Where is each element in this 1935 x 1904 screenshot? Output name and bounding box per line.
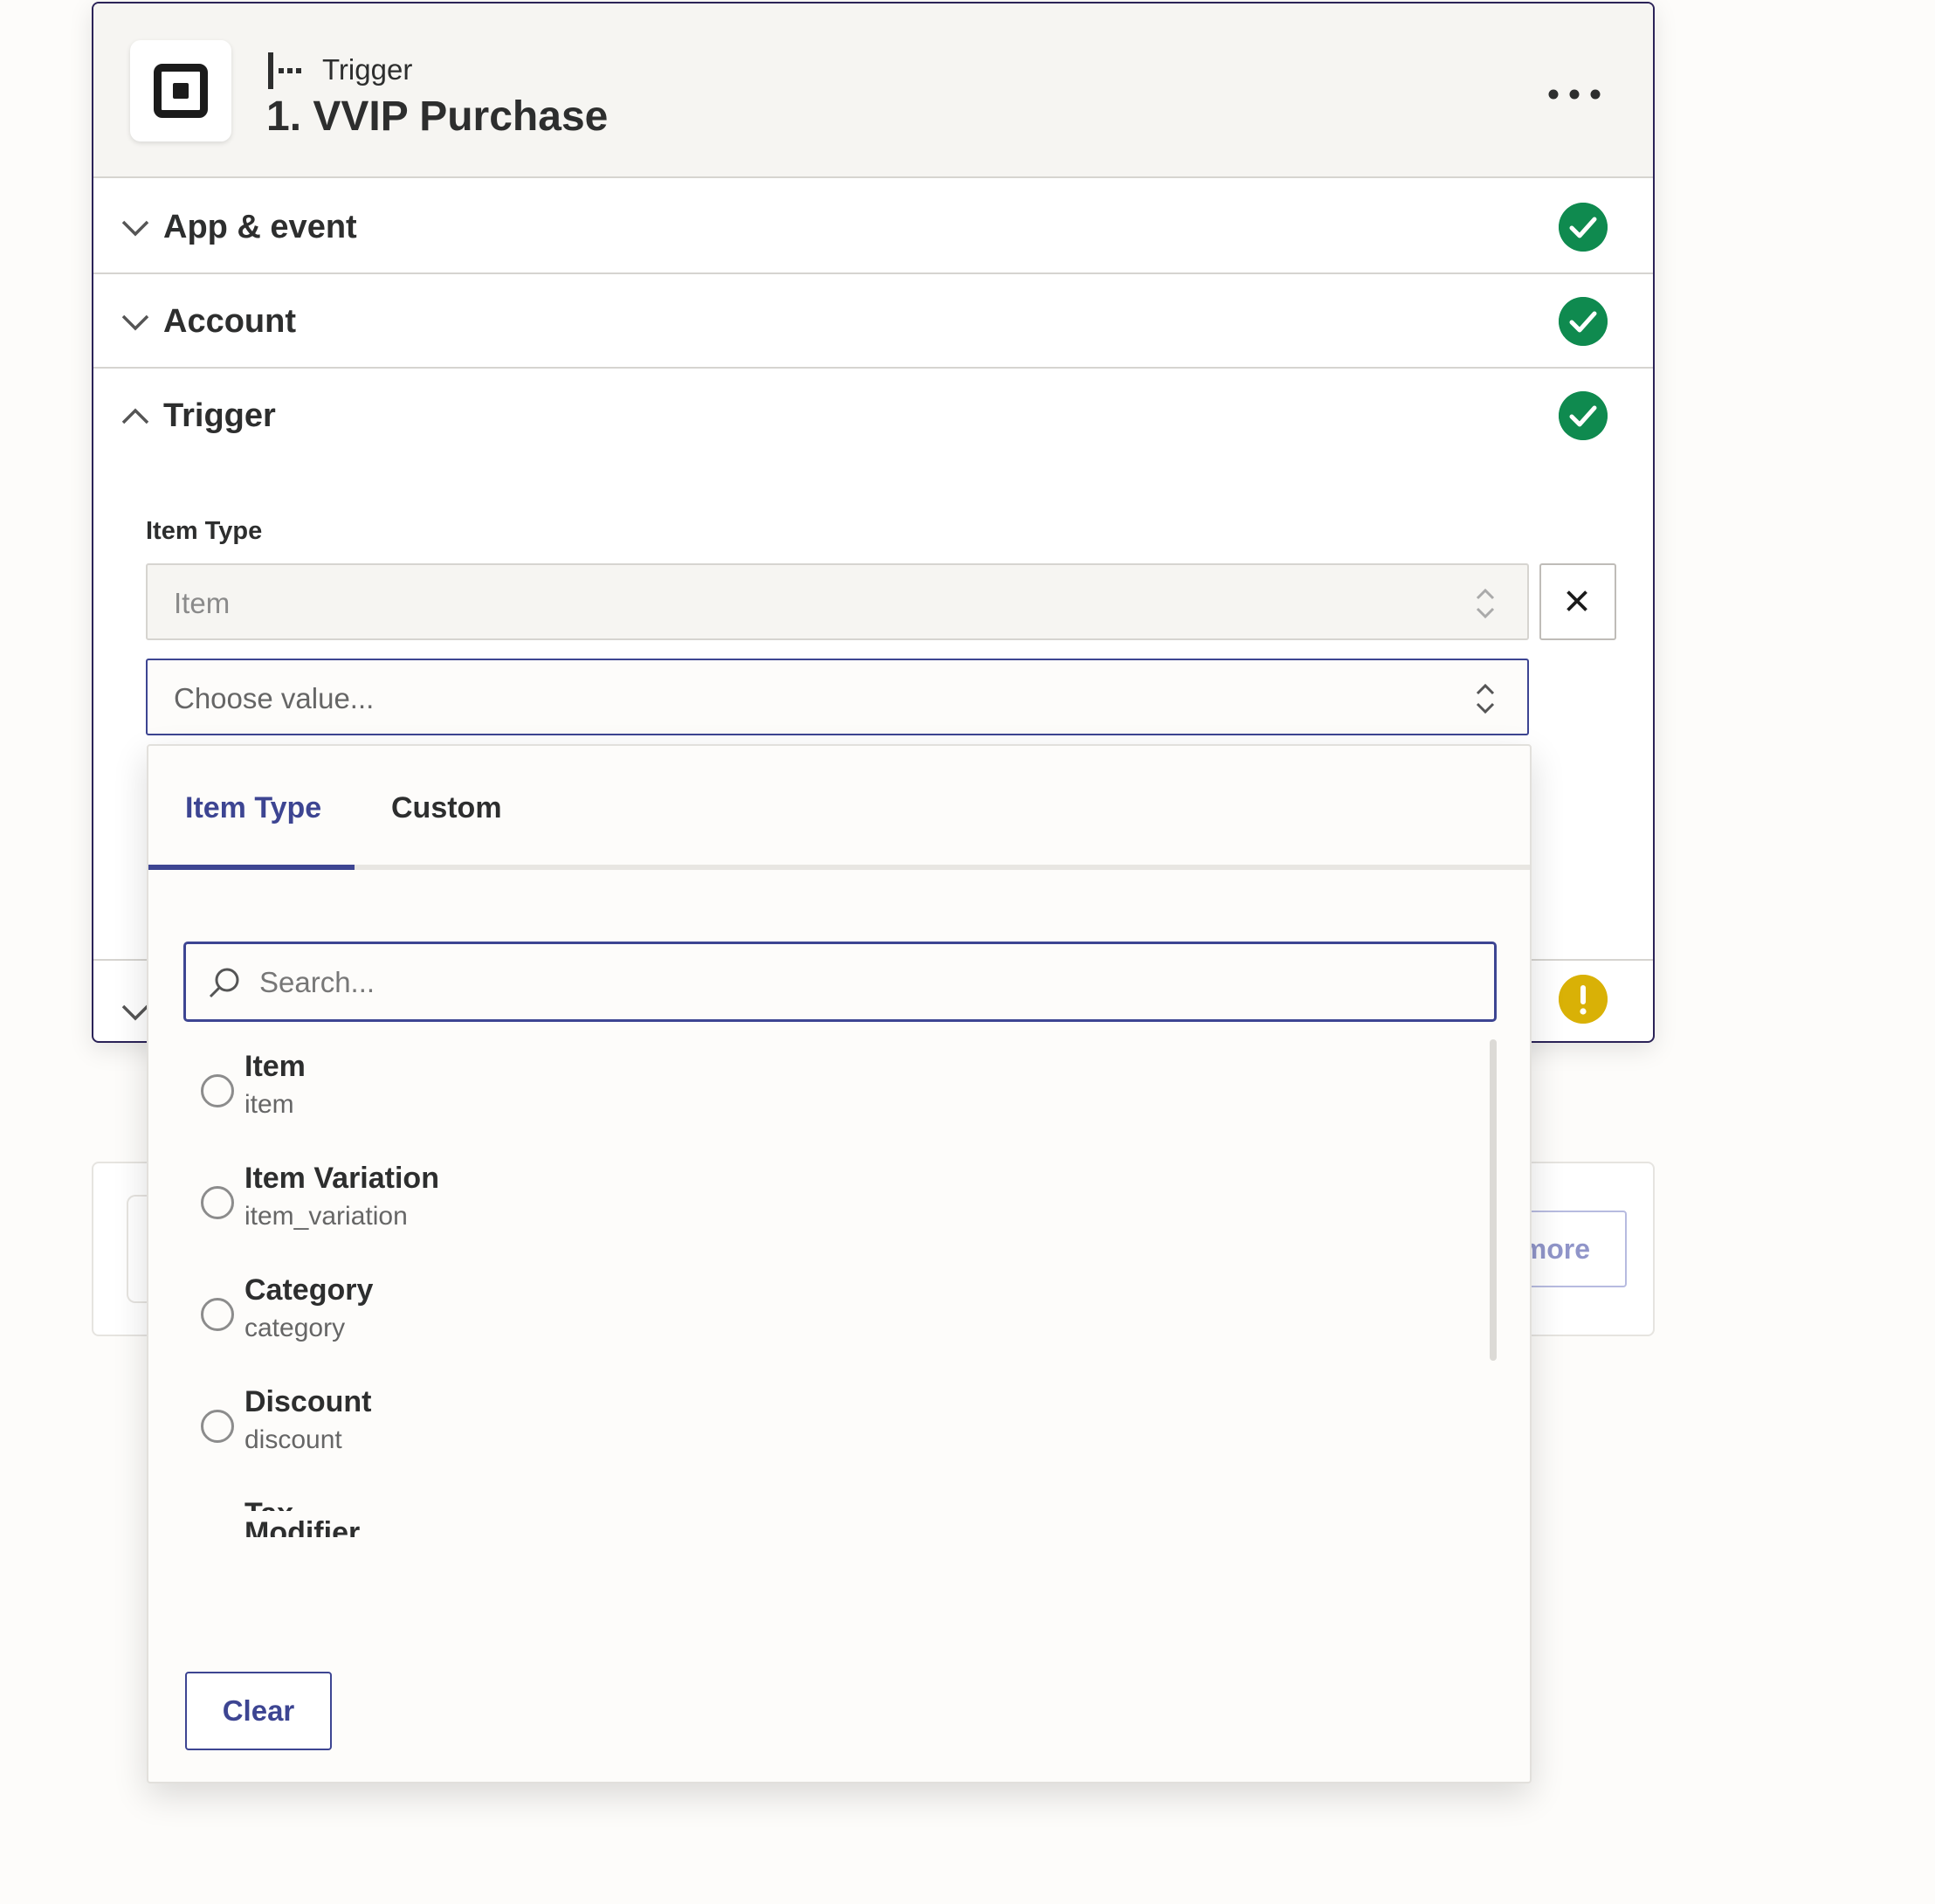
value-select[interactable]: Choose value... — [146, 659, 1529, 735]
active-tab-indicator — [148, 865, 355, 870]
option-value: item — [244, 1090, 294, 1119]
radio-button[interactable] — [201, 1298, 234, 1331]
check-circle-icon — [1559, 203, 1608, 252]
search-box[interactable] — [183, 942, 1497, 1022]
step-header: Trigger 1. VVIP Purchase — [93, 3, 1653, 178]
search-input[interactable] — [258, 958, 1463, 1007]
section-account[interactable]: Account — [93, 274, 1653, 369]
item-type-select[interactable]: Item — [146, 563, 1529, 640]
clear-button[interactable]: Clear — [185, 1672, 332, 1750]
option-list-overflow: Modifier — [148, 1511, 1530, 1537]
section-trigger[interactable]: Trigger — [93, 369, 1653, 463]
check-circle-icon — [1559, 391, 1608, 440]
list-item[interactable]: Modifier — [201, 1511, 1423, 1537]
radio-button[interactable] — [201, 1186, 234, 1219]
section-label: Trigger — [163, 397, 276, 434]
value-select-placeholder: Choose value... — [174, 682, 375, 714]
section-label: App & event — [163, 209, 357, 245]
option-value: category — [244, 1314, 346, 1342]
item-type-field-label: Item Type — [146, 517, 263, 545]
radio-button[interactable] — [201, 1410, 234, 1443]
tabs-rail — [148, 865, 1530, 870]
step-title: 1. VVIP Purchase — [266, 93, 609, 140]
option-value: discount — [244, 1425, 342, 1454]
warning-circle-icon — [1559, 975, 1608, 1024]
check-circle-icon — [1559, 297, 1608, 346]
option-value: item_variation — [244, 1202, 408, 1231]
chevron-updown-icon — [1476, 683, 1495, 714]
close-icon — [1567, 590, 1587, 611]
option-label: Tax — [244, 1495, 293, 1511]
item-type-value: Item — [174, 587, 231, 619]
section-label: Account — [163, 303, 296, 340]
more-horizontal-icon[interactable] — [1543, 79, 1606, 110]
tab-item-type[interactable]: Item Type — [185, 790, 321, 826]
section-app-event[interactable]: App & event — [93, 180, 1653, 274]
option-label: Discount — [244, 1385, 372, 1418]
tab-custom[interactable]: Custom — [391, 790, 502, 826]
option-label: Item Variation — [244, 1162, 439, 1195]
option-label: Item — [244, 1050, 306, 1083]
list-item[interactable]: Category category — [201, 1263, 1423, 1368]
list-item[interactable]: Tax tax — [201, 1487, 1423, 1511]
chevron-updown-icon — [1476, 588, 1495, 619]
trigger-icon — [268, 52, 301, 89]
list-item[interactable]: Item item — [201, 1039, 1423, 1144]
search-icon — [209, 968, 239, 998]
chevron-up-icon — [121, 408, 149, 424]
option-label: Category — [244, 1273, 374, 1307]
option-label: Modifier — [244, 1516, 361, 1537]
list-scrollbar[interactable] — [1490, 1039, 1497, 1361]
value-dropdown: Item Type Custom Item item Item Variatio… — [147, 744, 1532, 1783]
list-item[interactable]: Discount discount — [201, 1375, 1423, 1480]
square-logo-icon — [130, 40, 231, 141]
list-item[interactable]: Item Variation item_variation — [201, 1151, 1423, 1256]
option-list[interactable]: Item item Item Variation item_variation … — [148, 1039, 1530, 1511]
chevron-down-icon — [121, 314, 149, 331]
chevron-down-icon — [121, 220, 149, 237]
step-kind-label: Trigger — [322, 53, 413, 86]
radio-button[interactable] — [201, 1074, 234, 1107]
clear-field-button[interactable] — [1539, 563, 1616, 640]
